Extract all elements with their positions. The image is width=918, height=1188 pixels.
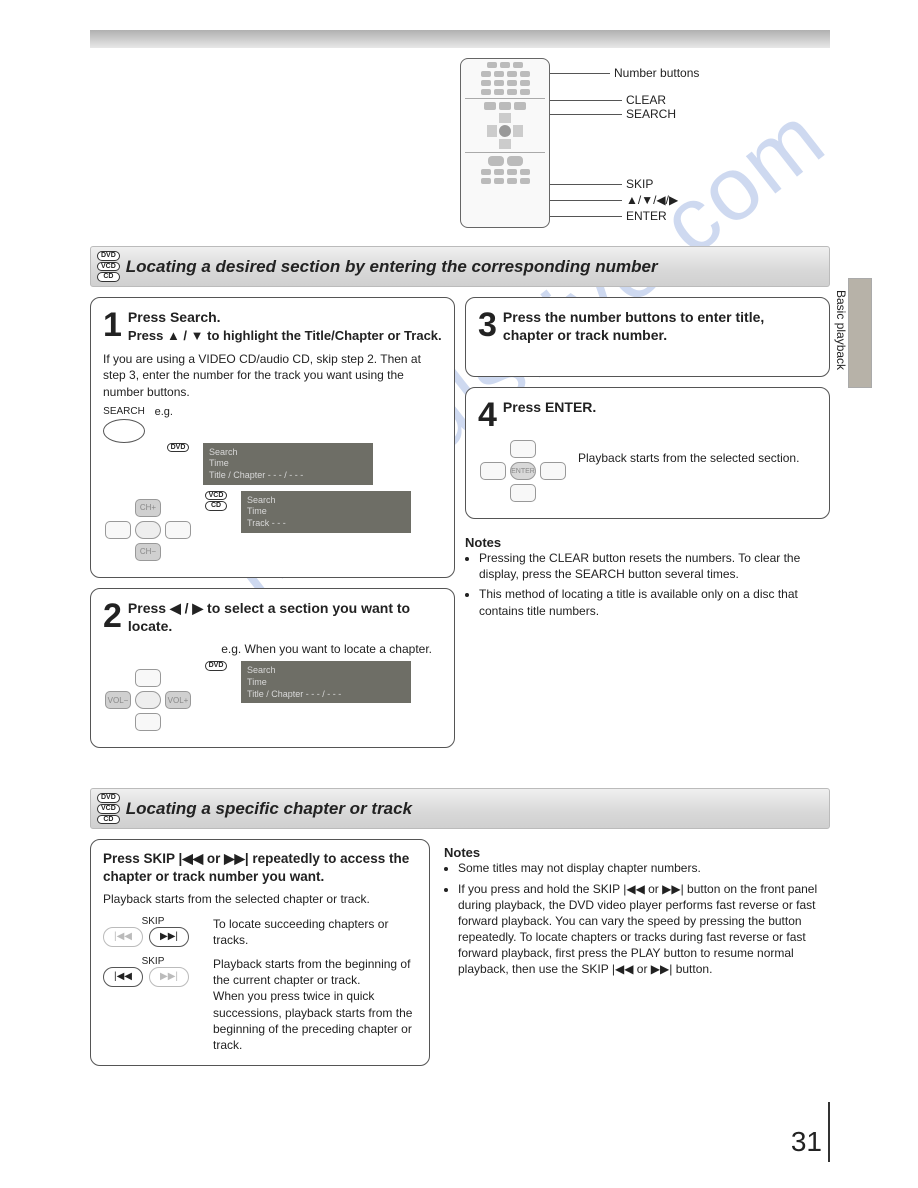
dpad-center: [135, 521, 161, 539]
dpad-right: [540, 462, 566, 480]
callout-skip: SKIP: [626, 177, 653, 191]
step3-number: 3: [478, 308, 497, 342]
dpad-up: [135, 669, 161, 687]
section2-notes: Notes Some titles may not display chapte…: [444, 839, 830, 1066]
step3-box: 3 Press the number buttons to enter titl…: [465, 297, 830, 377]
section-tab-label: Basic playback: [834, 290, 848, 370]
remote-control-icon: [460, 58, 550, 228]
dpad-down: CH−: [135, 543, 161, 561]
step1-number: 1: [103, 308, 122, 342]
disc-cd: CD: [97, 272, 120, 282]
section1-notes: Notes Pressing the CLEAR button resets t…: [465, 529, 830, 623]
search-button-label: SEARCH: [103, 406, 145, 417]
step2-number: 2: [103, 599, 122, 633]
osd1-disc: DVD: [167, 443, 190, 453]
disc-dvd: DVD: [97, 793, 120, 803]
notes-title: Notes: [444, 845, 830, 860]
callout-arrows: ▲/▼/◀/▶: [626, 193, 678, 207]
disc-cd: CD: [97, 815, 120, 825]
disc-dvd: DVD: [97, 251, 120, 261]
notes-title: Notes: [465, 535, 830, 550]
dpad-left: [480, 462, 506, 480]
osd-line: Time: [209, 458, 367, 470]
skip-back-faded-icon: |◀◀: [103, 927, 143, 947]
step1-body: If you are using a VIDEO CD/audio CD, sk…: [103, 351, 442, 400]
osd2-disc-cd: CD: [205, 501, 228, 511]
osd-line: Title / Chapter - - - / - - -: [247, 689, 405, 701]
osd-disc: DVD: [205, 661, 228, 671]
dpad-down: [135, 713, 161, 731]
osd-display-dvd: Search Time Title / Chapter - - - / - - …: [203, 443, 373, 485]
disc-vcd: VCD: [97, 804, 120, 814]
step4-title: Press ENTER.: [478, 398, 817, 416]
note-item: This method of locating a title is avail…: [479, 586, 830, 618]
osd-line: Time: [247, 506, 405, 518]
dpad-enter: ENTER: [478, 436, 568, 506]
dpad-left: [105, 521, 131, 539]
search-button-diagram: SEARCH: [103, 406, 145, 443]
page-number: 31: [791, 1126, 822, 1158]
section2-box-title: Press SKIP |◀◀ or ▶▶| repeatedly to acce…: [103, 850, 417, 885]
page-number-bar: [828, 1102, 830, 1162]
step1-title: Press Search.: [103, 308, 442, 326]
section-tab: [848, 278, 872, 388]
section2-box: Press SKIP |◀◀ or ▶▶| repeatedly to acce…: [90, 839, 430, 1066]
skip-fwd-text: To locate succeeding chapters or tracks.: [213, 916, 417, 948]
section1-heading: DVD VCD CD Locating a desired section by…: [90, 246, 830, 287]
step1-box: 1 Press Search. Press ▲ / ▼ to highlight…: [90, 297, 455, 578]
dpad-up-down: CH+ CH−: [103, 495, 193, 565]
section2-title: Locating a specific chapter or track: [126, 799, 412, 819]
callout-enter: ENTER: [626, 209, 667, 223]
osd-display-step2: Search Time Title / Chapter - - - / - - …: [241, 661, 411, 703]
osd-line: Search: [209, 447, 367, 459]
page-content: Number buttons CLEAR SEARCH SKIP ▲/▼/◀/▶…: [90, 30, 830, 1066]
step2-eg: e.g. When you want to locate a chapter.: [103, 641, 442, 657]
callout-number-buttons: Number buttons: [614, 66, 699, 80]
step2-title: Press ◀ / ▶ to select a section you want…: [103, 599, 442, 635]
callout-search: SEARCH: [626, 107, 676, 121]
note-item: If you press and hold the SKIP |◀◀ or ▶▶…: [458, 881, 830, 978]
osd2-disc-vcd: VCD: [205, 491, 228, 501]
dpad-down: [510, 484, 536, 502]
skip-fwd-faded-icon: ▶▶|: [149, 967, 189, 987]
osd-line: Search: [247, 495, 405, 507]
skip-back-icon: |◀◀: [103, 967, 143, 987]
callout-clear: CLEAR: [626, 93, 666, 107]
section2-box-body: Playback starts from the selected chapte…: [103, 891, 417, 907]
section2-heading: DVD VCD CD Locating a specific chapter o…: [90, 788, 830, 829]
dpad-right: VOL+: [165, 691, 191, 709]
osd-line: Time: [247, 677, 405, 689]
step1-eg: e.g.: [155, 406, 173, 418]
dpad-up: CH+: [135, 499, 161, 517]
page-top-border: [90, 30, 830, 48]
dpad-up: [510, 440, 536, 458]
dpad-left: VOL−: [105, 691, 131, 709]
dpad-center: ENTER: [510, 462, 536, 480]
step1-subtitle: Press ▲ / ▼ to highlight the Title/Chapt…: [103, 328, 442, 345]
skip-label: SKIP: [103, 956, 203, 967]
dpad-left-right: VOL− VOL+: [103, 665, 193, 735]
remote-diagram: Number buttons CLEAR SEARCH SKIP ▲/▼/◀/▶…: [90, 58, 830, 238]
dpad-center: [135, 691, 161, 709]
osd-line: Title / Chapter - - - / - - -: [209, 470, 367, 482]
disc-icons: DVD VCD CD: [97, 793, 120, 824]
note-item: Some titles may not display chapter numb…: [458, 860, 830, 876]
skip-fwd-icon: ▶▶|: [149, 927, 189, 947]
step2-box: 2 Press ◀ / ▶ to select a section you wa…: [90, 588, 455, 749]
note-item: Pressing the CLEAR button resets the num…: [479, 550, 830, 582]
disc-vcd: VCD: [97, 262, 120, 272]
step4-number: 4: [478, 398, 497, 432]
step4-body: Playback starts from the selected sectio…: [578, 450, 799, 506]
osd-display-vcd-cd: Search Time Track - - -: [241, 491, 411, 533]
section1-title: Locating a desired section by entering t…: [126, 257, 658, 277]
disc-icons: DVD VCD CD: [97, 251, 120, 282]
dpad-right: [165, 521, 191, 539]
osd-line: Search: [247, 665, 405, 677]
skip-label: SKIP: [103, 916, 203, 927]
step3-title: Press the number buttons to enter title,…: [478, 308, 817, 344]
step4-box: 4 Press ENTER. ENTER Playback starts fro…: [465, 387, 830, 519]
osd-line: Track - - -: [247, 518, 405, 530]
skip-back-text: Playback starts from the beginning of th…: [213, 956, 417, 1053]
